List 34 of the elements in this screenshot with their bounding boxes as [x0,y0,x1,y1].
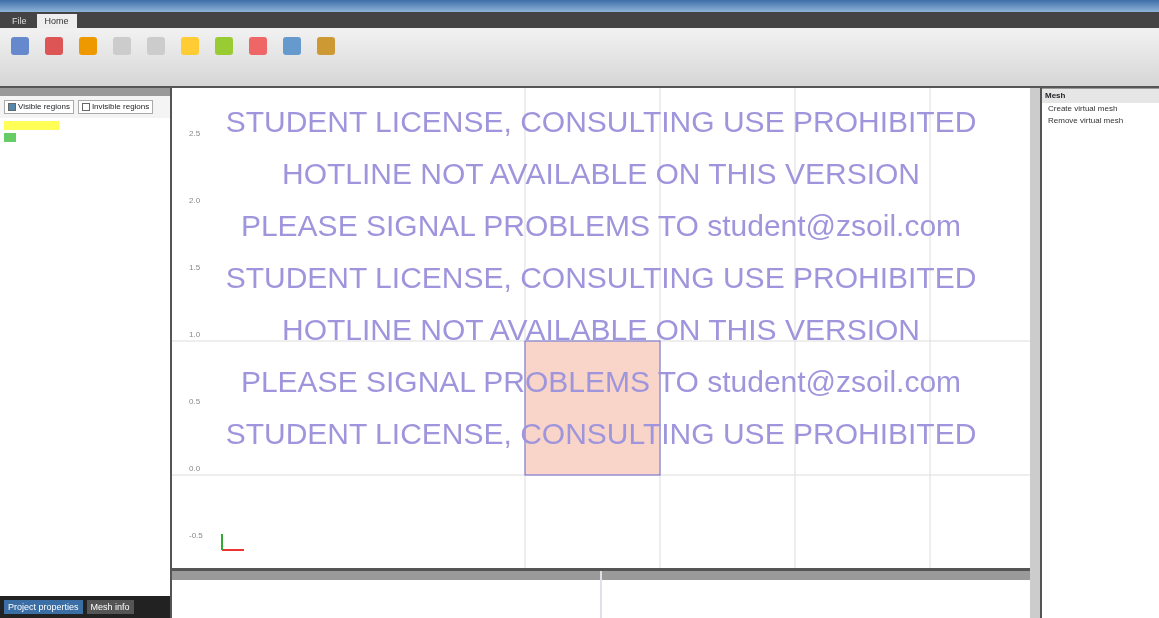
axis-label: -0.5 [189,530,203,542]
license-notice: HOTLINE NOT AVAILABLE ON THIS VERSION [282,156,920,192]
license-notice: STUDENT LICENSE, CONSULTING USE PROHIBITED [225,260,977,296]
menu-item[interactable]: Create virtual mesh [1042,103,1159,115]
region-row[interactable] [4,121,59,130]
axis-label: 1.5 [189,262,201,274]
axis-label: 0.0 [189,463,201,475]
tool-icon[interactable] [212,34,236,58]
axis-label: 0.5 [189,396,201,408]
section-title: Mesh [1042,88,1159,103]
tool-icon[interactable] [314,34,338,58]
menu-item[interactable]: Remove virtual mesh [1042,115,1159,127]
tool-icon[interactable] [42,34,66,58]
region-filter-checkbox[interactable]: Invisible regions [77,100,154,114]
axis-label: 2.5 [189,128,201,140]
drawing-canvas[interactable] [172,88,1030,618]
license-notice: PLEASE SIGNAL PROBLEMS TO student@zsoil.com [240,208,962,244]
region-filter-checkbox[interactable]: Visible regions [4,100,74,114]
tool-icon[interactable] [8,34,32,58]
menu-tab[interactable]: File [4,14,35,28]
tool-icon[interactable] [110,34,134,58]
license-notice: HOTLINE NOT AVAILABLE ON THIS VERSION [282,312,920,348]
axis-label: 2.0 [189,195,201,207]
axes-icon [221,533,245,551]
tool-icon[interactable] [76,34,100,58]
panel-tab[interactable]: Mesh info [86,600,134,614]
axis-label: 1.0 [189,329,201,341]
tool-icon[interactable] [280,34,304,58]
region-row[interactable] [4,133,16,142]
tool-icon[interactable] [246,34,270,58]
license-notice: STUDENT LICENSE, CONSULTING USE PROHIBITED [225,104,977,140]
panel-tab[interactable]: Project properties [4,600,83,614]
tool-icon[interactable] [144,34,168,58]
menu-tab[interactable]: Home [36,14,77,28]
